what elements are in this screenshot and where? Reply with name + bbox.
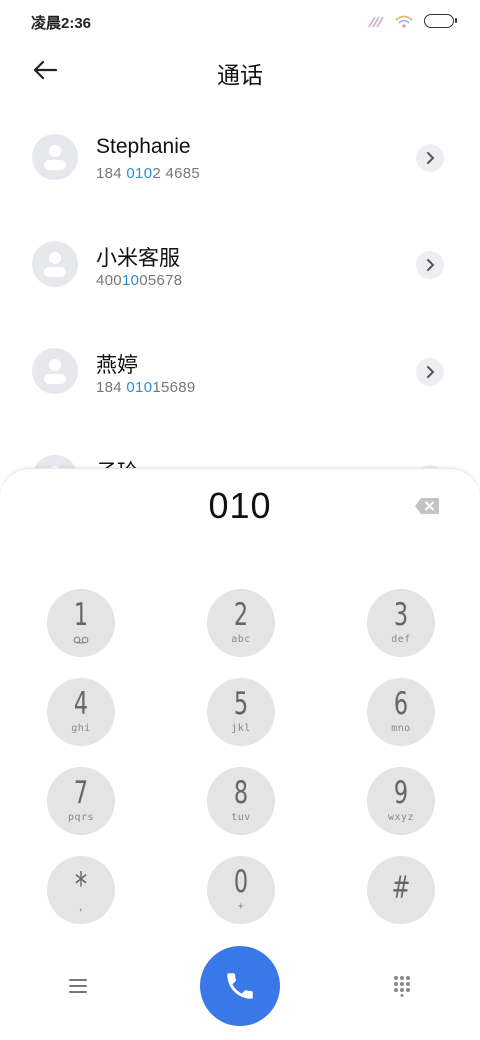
dialed-number-display[interactable]: 010 [0, 485, 480, 527]
contact-item[interactable]: 小米客服 4001005678 [0, 217, 480, 313]
key-6[interactable]: 6 mno [367, 678, 435, 746]
contact-name: 小米客服 [96, 247, 180, 270]
key-4[interactable]: 4 ghi [47, 678, 115, 746]
backspace-icon [415, 498, 439, 514]
key-2[interactable]: 2 abc [207, 589, 275, 657]
avatar [32, 348, 78, 394]
chevron-right-icon [427, 366, 435, 378]
voicemail-icon [73, 636, 89, 644]
key-3[interactable]: 3 def [367, 589, 435, 657]
status-bar: 凌晨2:36 [0, 0, 480, 42]
dialpad-icon [394, 976, 410, 997]
key-0[interactable]: 0 + [207, 856, 275, 924]
menu-button[interactable] [66, 976, 90, 996]
call-button[interactable] [200, 946, 280, 1026]
key-hash[interactable]: # [367, 856, 435, 924]
contact-name: 燕婷 [96, 354, 138, 377]
delete-button[interactable] [414, 497, 440, 515]
chevron-right-icon [427, 259, 435, 271]
avatar [32, 134, 78, 180]
contact-detail-button[interactable] [416, 144, 444, 172]
contact-number: 184 0102 4685 [96, 165, 201, 182]
key-9[interactable]: 9 wxyz [367, 767, 435, 835]
chevron-right-icon [427, 152, 435, 164]
bottom-bar [0, 946, 480, 1026]
wifi-icon [395, 15, 413, 28]
key-star[interactable]: * , [47, 856, 115, 924]
contact-detail-button[interactable] [416, 358, 444, 386]
keypad-toggle-button[interactable] [392, 975, 412, 997]
key-1[interactable]: 1 [47, 589, 115, 657]
phone-icon [227, 973, 253, 999]
battery-icon [424, 14, 457, 28]
contact-number: 4001005678 [96, 272, 183, 289]
contact-name: Stephanie [96, 135, 191, 158]
contact-detail-button[interactable] [416, 251, 444, 279]
contact-item[interactable]: Stephanie 184 0102 4685 [0, 110, 480, 206]
hamburger-menu-icon [69, 979, 87, 993]
header: 通话 [0, 46, 480, 94]
page-title: 通话 [217, 62, 263, 88]
key-7[interactable]: 7 pqrs [47, 767, 115, 835]
status-icons [368, 13, 457, 29]
signal-icon [368, 16, 384, 28]
key-5[interactable]: 5 jkl [207, 678, 275, 746]
key-8[interactable]: 8 tuv [207, 767, 275, 835]
contact-item[interactable]: 燕婷 184 01015689 [0, 324, 480, 420]
status-time: 凌晨2:36 [31, 15, 92, 32]
avatar [32, 241, 78, 287]
contact-number: 184 01015689 [96, 379, 196, 396]
